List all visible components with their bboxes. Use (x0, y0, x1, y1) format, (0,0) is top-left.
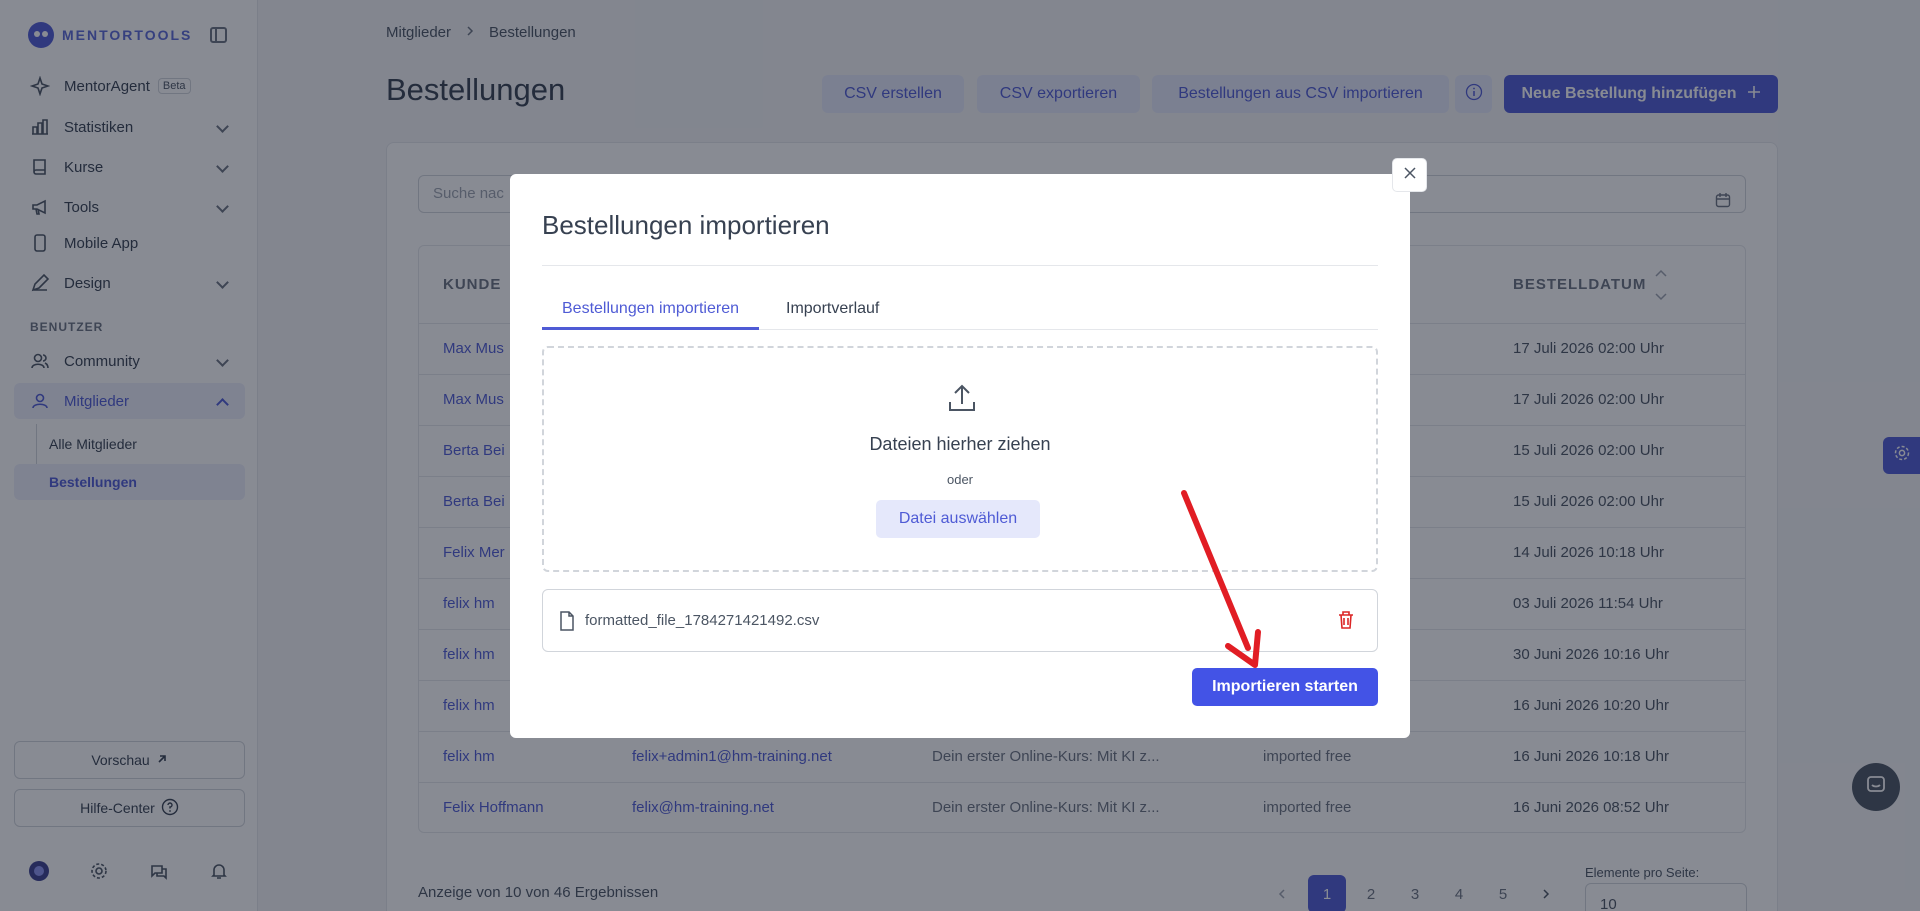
modal-divider (542, 265, 1378, 266)
trash-icon[interactable] (1337, 610, 1355, 635)
dropzone-or: oder (946, 472, 974, 487)
close-icon (1403, 166, 1416, 184)
file-icon (559, 611, 575, 636)
choose-file-button[interactable]: Datei auswählen (876, 500, 1040, 538)
dropzone-title: Dateien hierher ziehen (869, 434, 1051, 454)
modal-title: Bestellungen importieren (542, 210, 830, 240)
upload-icon (946, 382, 978, 419)
file-name: formatted_file_1784271421492.csv (585, 612, 820, 629)
modal-tabs: Bestellungen importieren Importverlauf (542, 298, 1378, 330)
tab-import-history[interactable]: Importverlauf (766, 298, 899, 330)
import-modal: Bestellungen importieren Bestellungen im… (510, 174, 1410, 738)
close-modal-button[interactable] (1392, 158, 1427, 192)
file-dropzone[interactable]: Dateien hierher ziehen oder Datei auswäh… (542, 346, 1378, 572)
start-import-button[interactable]: Importieren starten (1192, 668, 1378, 706)
tab-import-orders[interactable]: Bestellungen importieren (542, 298, 759, 330)
selected-file: formatted_file_1784271421492.csv (542, 589, 1378, 652)
